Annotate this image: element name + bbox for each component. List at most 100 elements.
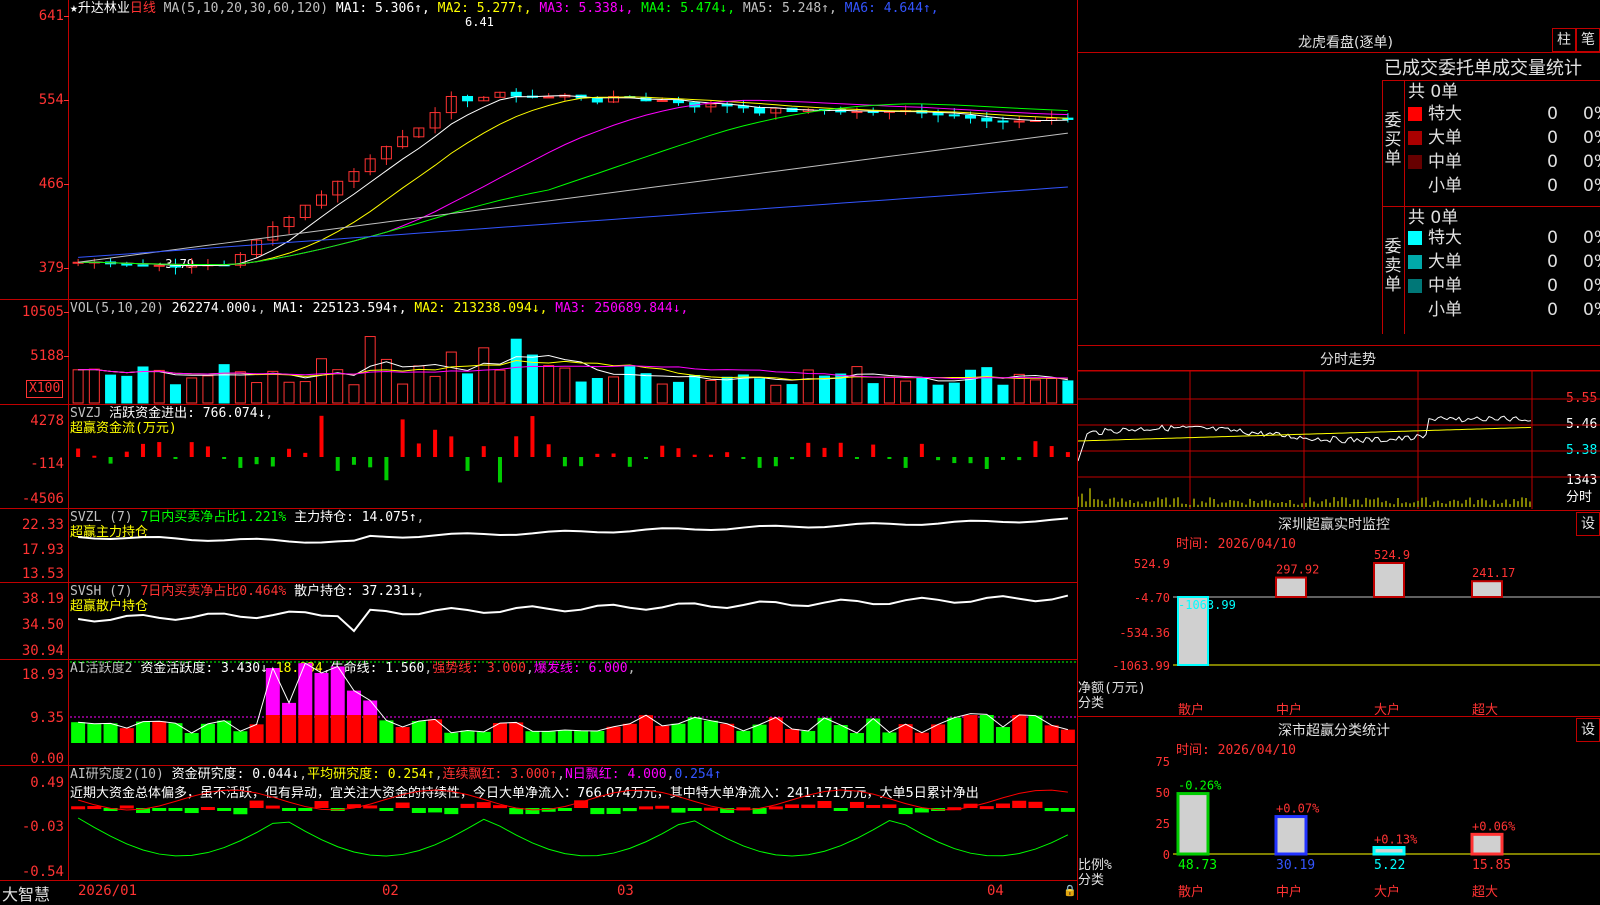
candlestick	[867, 111, 879, 114]
y-tick-label: -1063.99	[1112, 659, 1170, 673]
row-name: 中单	[1428, 276, 1462, 296]
research-bar	[1060, 808, 1075, 812]
flow-bar	[92, 455, 97, 458]
activity-bar	[557, 730, 572, 743]
color-swatch	[1408, 131, 1422, 145]
research-bar	[882, 804, 897, 808]
research-bar	[363, 805, 378, 809]
activity-bar	[395, 727, 410, 743]
activity-bar	[87, 723, 102, 743]
flow-bar	[254, 457, 259, 465]
flow-bar	[854, 457, 859, 459]
research-bar	[785, 804, 800, 808]
settings-button[interactable]: 设	[1576, 512, 1600, 536]
ai-activity-chart[interactable]	[70, 660, 1076, 765]
intraday-chart[interactable]: 5.55 5.46 5.38 1343 分时	[1078, 371, 1600, 509]
flow-bar	[741, 457, 746, 459]
volume-bar	[105, 374, 117, 404]
volume-bar	[478, 347, 490, 404]
lock-icon[interactable]: 🔒	[1063, 884, 1077, 897]
activity-bar	[995, 726, 1010, 743]
activity-bar	[720, 723, 735, 743]
flow-bar	[270, 457, 275, 467]
volume-bar	[72, 369, 84, 404]
color-swatch	[1408, 155, 1422, 169]
activity-bar	[411, 721, 426, 743]
flow-bar	[384, 457, 389, 481]
row-name: 大单	[1428, 252, 1462, 272]
price-y-label: 641	[38, 8, 64, 24]
retail-holding-line	[77, 594, 1069, 633]
candlestick	[1013, 120, 1025, 123]
sz-class-chart[interactable]: 时间: 2026/04/10 比例% 分类 75 50 25 0 -0.26% 48.73…	[1078, 741, 1600, 900]
volume-bar	[721, 376, 733, 404]
row-name: 特大	[1428, 104, 1462, 124]
activity-bar	[379, 720, 394, 743]
activity-bar	[152, 721, 167, 743]
volume-bar	[802, 369, 814, 404]
research-bar	[249, 800, 264, 808]
flow-bar	[141, 443, 146, 457]
research-bar	[898, 808, 913, 815]
research-bar	[979, 806, 994, 810]
volume-chart[interactable]	[70, 300, 1076, 404]
volume-bar	[916, 377, 928, 404]
price-y-label: 554	[38, 92, 64, 108]
candlestick	[591, 97, 603, 103]
svzl-chart[interactable]	[70, 509, 1076, 582]
flow-bar	[514, 436, 519, 457]
activity-bar	[249, 724, 264, 743]
row-percent: 0%	[1583, 152, 1600, 172]
flow-bar	[871, 444, 876, 457]
activity-bar	[346, 715, 361, 743]
activity-bar	[314, 715, 329, 743]
row-percent: 0%	[1583, 228, 1600, 248]
volume-bar	[754, 378, 766, 404]
volume-bar	[316, 358, 327, 404]
flow-bar	[919, 443, 924, 457]
activity-bar	[801, 730, 816, 743]
svsh-chart[interactable]	[70, 583, 1076, 659]
activity-bar	[282, 715, 297, 743]
vol-y-label: 5188	[30, 348, 64, 364]
flow-bar	[368, 457, 373, 468]
research-bar	[379, 808, 394, 811]
activity-bar	[703, 720, 718, 743]
flow-bar	[173, 457, 178, 460]
activity-bar	[233, 731, 248, 743]
row-percent: 0%	[1583, 176, 1600, 196]
change-label: +0.07%	[1276, 802, 1320, 816]
volume-bar	[234, 371, 246, 404]
volume-bar	[559, 367, 571, 404]
category-label: 超大	[1472, 703, 1498, 715]
settings-button[interactable]: 设	[1576, 718, 1600, 742]
row-name: 特大	[1428, 228, 1462, 248]
volume-bar	[867, 383, 879, 404]
volume-bar	[689, 374, 701, 404]
flow-bar	[319, 415, 324, 457]
flow-bar	[205, 446, 210, 457]
y-tick-label: 50	[1156, 786, 1170, 800]
volume-bar	[380, 358, 392, 404]
price-chart[interactable]: 6.41 ←3.79	[70, 0, 1076, 298]
research-bar	[801, 804, 816, 808]
ai-research-chart[interactable]	[70, 766, 1076, 880]
class-y-label: 比例%	[1078, 858, 1112, 873]
research-bar	[152, 808, 167, 811]
x-label: 03	[617, 883, 634, 899]
column-button[interactable]: 柱	[1552, 28, 1576, 52]
category-label: 大户	[1374, 884, 1400, 900]
svzj-chart[interactable]	[70, 405, 1076, 508]
change-label: +0.13%	[1374, 833, 1418, 847]
x-label: 02	[382, 883, 399, 899]
research-bar	[639, 806, 654, 810]
row-value: 0	[1547, 228, 1558, 248]
research-bar	[395, 802, 410, 808]
chart-area[interactable]: ★升达林业日线 MA(5,10,20,30,60,120) MA1: 5.306…	[0, 0, 1078, 904]
flow-bar	[952, 457, 957, 464]
brand-label: 大智慧	[2, 885, 51, 904]
sz-monitor-chart[interactable]: 时间: 2026/04/10 净额(万元) 分类 524.9 -4.70 -534.…	[1078, 535, 1600, 715]
volume-bar	[608, 376, 620, 404]
sell-row: 中单 0 0%	[1408, 274, 1600, 298]
stroke-button[interactable]: 笔	[1576, 28, 1600, 52]
